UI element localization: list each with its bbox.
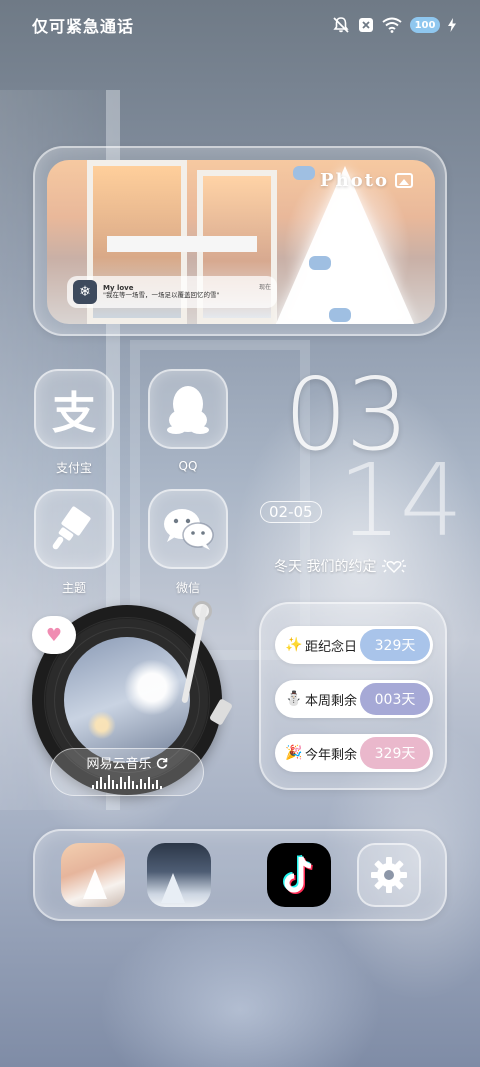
countdown-item-week: ⛄ 本周剩余 003天 <box>275 680 433 718</box>
photo-image: Photo ❄ My love "我在等一场雪，一场足以覆盖回忆的雪" 现在 <box>47 160 435 324</box>
battery-icon: 100 <box>410 17 440 33</box>
countdown-label: 今年剩余 <box>305 747 358 763</box>
countdown-days: 003天 <box>360 683 430 715</box>
bow-ornament <box>309 256 331 270</box>
notification-text: My love "我在等一场雪，一场足以覆盖回忆的雪" <box>103 284 220 300</box>
paintbrush-icon <box>34 489 114 569</box>
photo-title: Photo <box>320 170 413 191</box>
snowflake-icon: ❄ <box>73 280 97 304</box>
tiktok-icon[interactable] <box>267 843 331 907</box>
refresh-icon[interactable] <box>156 757 168 769</box>
no-sim-icon <box>359 18 373 32</box>
bow-ornament <box>293 166 315 180</box>
clock-caption-text: 冬天 我们的约定 <box>274 559 377 575</box>
photo-title-text: Photo <box>320 170 389 191</box>
date-badge: 02-05 <box>260 501 322 523</box>
battery-level: 100 <box>414 19 436 31</box>
countdown-item-anniversary: ✨ 距纪念日 329天 <box>275 626 433 664</box>
countdown-label: 本周剩余 <box>305 693 358 709</box>
app-qq[interactable]: QQ <box>146 369 230 473</box>
bell-muted-icon <box>333 17 349 33</box>
notification-card[interactable]: ❄ My love "我在等一场雪，一场足以覆盖回忆的雪" 现在 <box>67 276 277 308</box>
qq-icon <box>148 369 228 449</box>
dock-app-photo-1[interactable] <box>61 843 125 907</box>
alipay-icon: 支 <box>34 369 114 449</box>
notification-time: 现在 <box>258 284 271 291</box>
photo-snow-roof <box>107 236 257 252</box>
photo-widget[interactable]: Photo ❄ My love "我在等一场雪，一场足以覆盖回忆的雪" 现在 <box>33 146 447 336</box>
party-popper-icon: 🎉 <box>285 745 303 761</box>
wechat-bubbles-icon <box>164 509 214 550</box>
settings-icon[interactable] <box>357 843 421 907</box>
dock-app-photo-2[interactable] <box>147 843 211 907</box>
status-icons: 100 <box>332 16 456 34</box>
app-theme[interactable]: 主题 <box>32 489 116 596</box>
music-app-bar[interactable]: 网易云音乐 <box>50 748 204 796</box>
image-icon <box>395 173 413 188</box>
dock <box>33 829 447 921</box>
app-wechat[interactable]: 微信 <box>146 489 230 596</box>
snowman-icon: ⛄ <box>285 691 303 707</box>
qq-penguin-icon <box>167 386 209 434</box>
carrier-status: 仅可紧急通话 <box>32 17 135 36</box>
tiktok-note-icon <box>283 854 313 894</box>
mini-tree-image <box>83 869 107 899</box>
notification-body: "我在等一场雪，一场足以覆盖回忆的雪" <box>103 291 220 300</box>
sparkle-icon: ✨ <box>285 637 303 653</box>
album-art <box>64 637 190 763</box>
status-bar: 仅可紧急通话 100 <box>0 0 480 50</box>
wechat-icon <box>148 489 228 569</box>
countdown-widget[interactable]: ✨ 距纪念日 329天 ⛄ 本周剩余 003天 🎉 今年剩余 329天 <box>259 602 447 790</box>
wifi-icon <box>382 17 402 33</box>
app-alipay[interactable]: 支 支付宝 <box>32 369 116 476</box>
theme-brush-icon <box>52 506 91 550</box>
mini-tree-image <box>161 873 185 903</box>
clock-minute: 14 <box>338 442 463 559</box>
app-label-theme: 主题 <box>61 581 86 595</box>
music-app-name-row: 网易云音乐 <box>51 753 203 772</box>
audio-waveform-icon <box>51 775 203 789</box>
app-label-wechat: 微信 <box>175 581 200 595</box>
countdown-days: 329天 <box>360 629 430 661</box>
bow-ornament <box>329 308 351 322</box>
music-app-name: 网易云音乐 <box>86 757 152 772</box>
countdown-label: 距纪念日 <box>305 639 358 655</box>
countdown-item-year: 🎉 今年剩余 329天 <box>275 734 433 772</box>
countdown-days: 329天 <box>360 737 430 769</box>
sun-heart-icon <box>382 559 407 573</box>
app-label-alipay: 支付宝 <box>55 461 92 475</box>
alipay-glyph: 支 <box>52 388 96 439</box>
app-label-qq: QQ <box>178 459 198 473</box>
gear-icon <box>371 857 407 893</box>
clock-caption: 冬天 我们的约定 <box>274 556 408 576</box>
charging-icon <box>448 18 456 32</box>
heart-icon: ♥ <box>32 616 76 654</box>
